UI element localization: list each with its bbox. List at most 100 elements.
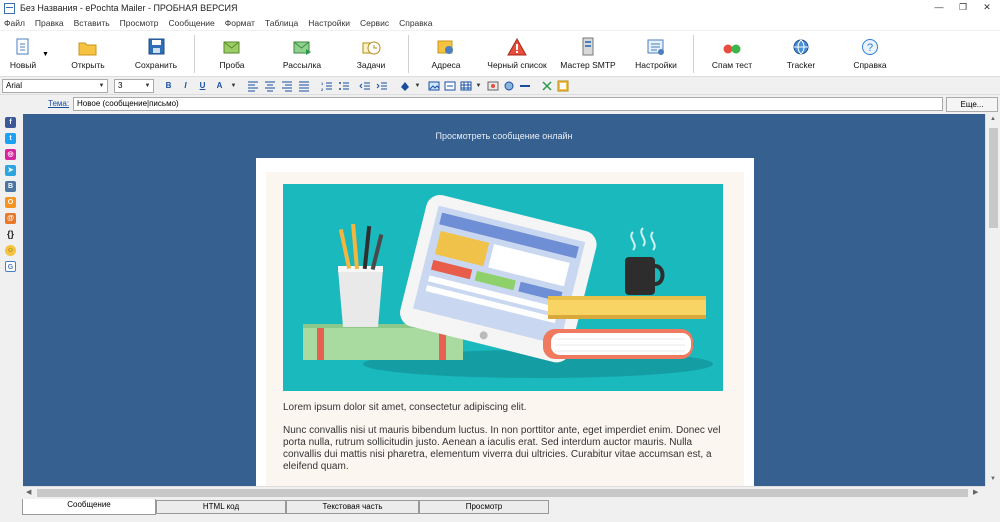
more-button[interactable]: Еще... <box>946 97 998 112</box>
align-center-icon[interactable] <box>263 80 276 92</box>
chevron-down-icon: ▼ <box>98 83 105 89</box>
insert-object-icon[interactable] <box>486 80 499 92</box>
scroll-left-icon[interactable]: ◀ <box>26 488 31 496</box>
close-button[interactable]: ✕ <box>976 1 998 14</box>
open-button[interactable]: Открыть <box>66 35 110 75</box>
spam-test-button[interactable]: Спам тест <box>710 35 754 75</box>
align-right-icon[interactable] <box>280 80 293 92</box>
insert-image-icon[interactable] <box>427 80 440 92</box>
addresses-button[interactable]: Адреса <box>426 35 466 75</box>
tab-message[interactable]: Сообщение <box>22 499 156 515</box>
horizontal-scroll-thumb[interactable] <box>37 489 968 497</box>
svg-text:1: 1 <box>321 81 324 86</box>
chevron-down-icon[interactable]: ▼ <box>227 80 240 92</box>
save-label: Сохранить <box>134 60 178 70</box>
main-toolbar: Новый ▼ Открыть Сохранить Проба Рассылка… <box>0 31 1000 77</box>
open-label: Открыть <box>71 60 105 70</box>
chevron-down-icon[interactable]: ▼ <box>411 80 424 92</box>
toolbar-separator <box>194 35 195 73</box>
google-icon[interactable]: G <box>5 261 16 272</box>
tab-html-code[interactable]: HTML код <box>156 500 286 514</box>
bullet-list-icon[interactable] <box>337 80 350 92</box>
vk-icon[interactable]: В <box>5 181 16 192</box>
save-disk-icon <box>145 37 167 57</box>
subject-input[interactable]: Новое (сообщение|письмо) <box>73 97 943 111</box>
help-label: Справка <box>853 60 887 70</box>
vertical-scroll-thumb[interactable] <box>989 128 998 228</box>
menu-view[interactable]: Просмотр <box>120 18 159 28</box>
toolbar-separator <box>693 35 694 73</box>
emoji-icon[interactable]: ☺ <box>5 245 16 256</box>
insert-link-icon[interactable] <box>443 80 456 92</box>
fill-color-icon[interactable] <box>398 80 411 92</box>
align-left-icon[interactable] <box>246 80 259 92</box>
view-online-link[interactable]: Просмотреть сообщение онлайн <box>23 131 985 141</box>
tasks-label: Задачи <box>356 60 386 70</box>
font-size-value: 3 <box>118 81 123 90</box>
chevron-down-icon[interactable]: ▼ <box>472 80 485 92</box>
vertical-scrollbar[interactable]: ▲ ▼ <box>985 114 1000 486</box>
scroll-down-icon[interactable]: ▼ <box>990 476 996 482</box>
insert-media-icon[interactable] <box>502 80 515 92</box>
twitter-icon[interactable]: t <box>5 133 16 144</box>
menu-file[interactable]: Файл <box>4 18 25 28</box>
minimize-button[interactable]: — <box>928 1 950 14</box>
settings-button[interactable]: Настройки <box>632 35 680 75</box>
subject-label[interactable]: Тема: <box>48 99 69 108</box>
code-braces-icon[interactable]: {} <box>5 229 16 240</box>
settings-icon <box>645 37 667 57</box>
blacklist-label: Черный список <box>487 60 547 70</box>
bold-button[interactable]: B <box>162 80 175 92</box>
smtp-wizard-label: Мастер SMTP <box>560 60 616 70</box>
menu-message[interactable]: Сообщение <box>168 18 214 28</box>
svg-text:2: 2 <box>321 87 324 92</box>
send-button[interactable]: Рассылка <box>280 35 324 75</box>
menu-service[interactable]: Сервис <box>360 18 389 28</box>
smtp-wizard-button[interactable]: Мастер SMTP <box>560 35 616 75</box>
menu-format[interactable]: Формат <box>225 18 255 28</box>
scroll-up-icon[interactable]: ▲ <box>990 116 996 122</box>
outdent-icon[interactable] <box>358 80 371 92</box>
telegram-icon[interactable]: ➤ <box>5 165 16 176</box>
indent-icon[interactable] <box>375 80 388 92</box>
new-button[interactable]: Новый <box>6 35 40 75</box>
facebook-icon[interactable]: f <box>5 117 16 128</box>
instagram-icon[interactable]: ◎ <box>5 149 16 160</box>
scroll-right-icon[interactable]: ▶ <box>973 488 978 496</box>
menu-edit[interactable]: Правка <box>35 18 64 28</box>
send-envelope-icon <box>291 37 313 57</box>
source-icon[interactable] <box>556 80 569 92</box>
insert-table-icon[interactable] <box>459 80 472 92</box>
numbered-list-icon[interactable]: 12 <box>320 80 333 92</box>
menu-table[interactable]: Таблица <box>265 18 298 28</box>
menu-settings[interactable]: Настройки <box>308 18 350 28</box>
blacklist-button[interactable]: Черный список <box>484 35 550 75</box>
social-sidebar: f t ◎ ➤ В О @ {} ☺ G <box>0 114 22 486</box>
message-editor[interactable]: Просмотреть сообщение онлайн Lorem ipsum… <box>23 114 985 486</box>
tasks-button[interactable]: Задачи <box>351 35 391 75</box>
email-body-text[interactable]: Lorem ipsum dolor sit amet, consectetur … <box>283 402 733 484</box>
tab-text-part[interactable]: Текстовая часть <box>286 500 419 514</box>
special-char-icon[interactable] <box>540 80 553 92</box>
mail-ru-icon[interactable]: @ <box>5 213 16 224</box>
email-card: Lorem ipsum dolor sit amet, consectetur … <box>256 158 754 486</box>
test-button[interactable]: Проба <box>212 35 252 75</box>
font-color-button[interactable]: A <box>213 80 226 92</box>
restore-button[interactable]: ❐ <box>952 1 974 14</box>
window-title: Без Названия - ePochta Mailer - ПРОБНАЯ … <box>20 3 238 13</box>
font-size-select[interactable]: 3 ▼ <box>114 79 154 93</box>
horizontal-scrollbar[interactable]: ◀ ▶ <box>23 486 985 499</box>
menu-help[interactable]: Справка <box>399 18 432 28</box>
save-button[interactable]: Сохранить <box>131 35 181 75</box>
tracker-button[interactable]: Tracker <box>780 35 822 75</box>
menu-insert[interactable]: Вставить <box>74 18 110 28</box>
font-family-select[interactable]: Arial ▼ <box>2 79 108 93</box>
odnoklassniki-icon[interactable]: О <box>5 197 16 208</box>
tab-preview[interactable]: Просмотр <box>419 500 549 514</box>
italic-button[interactable]: I <box>179 80 192 92</box>
new-dropdown-icon[interactable]: ▼ <box>42 51 49 58</box>
underline-button[interactable]: U <box>196 80 209 92</box>
help-button[interactable]: ? Справка <box>850 35 890 75</box>
align-justify-icon[interactable] <box>297 80 310 92</box>
horizontal-line-icon[interactable] <box>518 80 531 92</box>
